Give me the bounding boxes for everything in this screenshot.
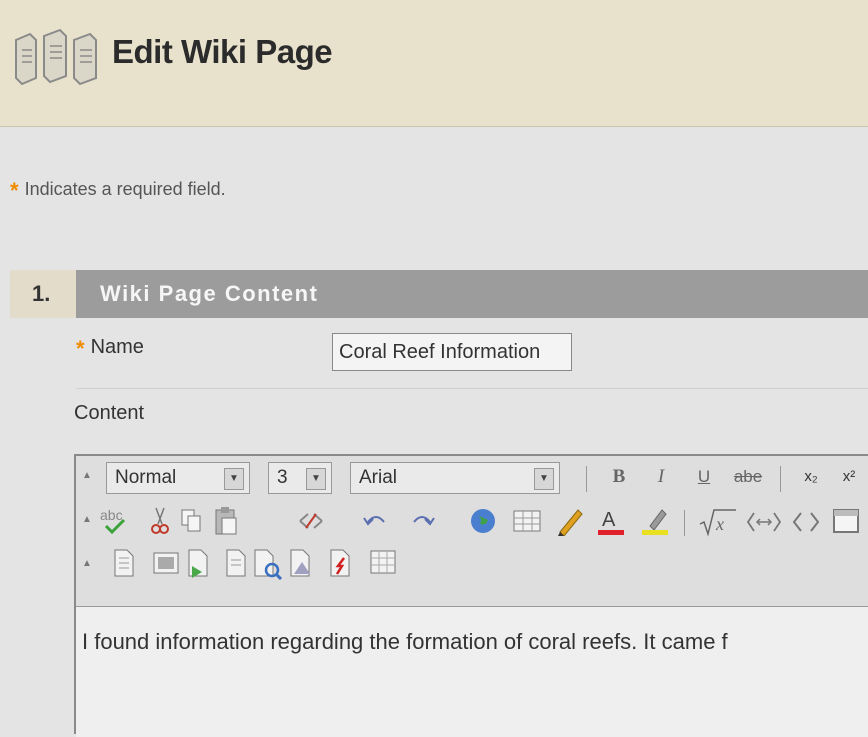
required-star-icon: * <box>76 336 85 361</box>
format-select-value: Normal <box>115 467 177 488</box>
subscript-button[interactable]: x₂ <box>800 462 822 492</box>
globe-icon[interactable] <box>468 506 498 536</box>
insert-document-icon[interactable] <box>224 548 250 578</box>
insert-image-icon[interactable] <box>152 550 180 576</box>
page-title: Edit Wiki Page <box>112 33 333 70</box>
toolbar-collapse-icon[interactable]: ▲ <box>82 558 92 569</box>
italic-button[interactable]: I <box>650 462 672 492</box>
bold-button[interactable]: B <box>608 462 630 492</box>
toolbar-collapse-icon[interactable]: ▲ <box>82 470 92 481</box>
svg-text:A: A <box>602 509 616 531</box>
name-input[interactable] <box>332 333 572 371</box>
svg-text:abc: abc <box>100 507 123 523</box>
cut-icon[interactable] <box>148 506 172 536</box>
chevron-down-icon: ▼ <box>306 468 326 490</box>
font-color-icon[interactable]: A <box>596 506 626 538</box>
section-title: Wiki Page Content <box>76 270 868 318</box>
toolbar-separator <box>684 510 685 536</box>
editor-body-text: I found information regarding the format… <box>82 629 728 654</box>
name-label: * Name <box>76 336 144 362</box>
strikethrough-button[interactable]: abe <box>728 462 768 492</box>
required-note-text: Indicates a required field. <box>24 179 226 199</box>
undo-icon[interactable] <box>362 510 388 532</box>
preview-icon[interactable] <box>832 508 862 536</box>
size-select[interactable]: 3 ▼ <box>268 462 332 494</box>
paste-icon[interactable] <box>214 506 240 536</box>
required-field-note: * Indicates a required field. <box>10 178 226 204</box>
insert-file-icon[interactable] <box>112 548 136 578</box>
page-header: Edit Wiki Page <box>0 0 868 127</box>
content-editor: ▲ Normal ▼ 3 ▼ Arial ▼ B I U abe x₂ x² ▲… <box>74 454 868 737</box>
insert-media-icon[interactable] <box>288 548 316 578</box>
toolbar-row-3: ▲ <box>76 544 868 698</box>
font-select[interactable]: Arial ▼ <box>350 462 560 494</box>
content-label: Content <box>74 402 145 424</box>
toolbar-row-1: ▲ Normal ▼ 3 ▼ Arial ▼ B I U abe x₂ x² <box>76 456 868 500</box>
font-select-value: Arial <box>359 467 398 488</box>
chevron-down-icon: ▼ <box>224 468 244 490</box>
chevron-down-icon: ▼ <box>534 468 554 490</box>
toolbar-separator <box>586 466 587 492</box>
highlight-icon[interactable] <box>640 506 670 538</box>
redo-icon[interactable] <box>410 510 436 532</box>
code-icon[interactable] <box>746 510 782 534</box>
copy-icon[interactable] <box>180 508 204 534</box>
math-icon[interactable]: x <box>698 506 738 538</box>
wiki-logo-icon <box>15 28 97 86</box>
link-remove-icon[interactable] <box>298 512 324 530</box>
insert-video-icon[interactable] <box>252 548 284 580</box>
format-select[interactable]: Normal ▼ <box>106 462 250 494</box>
html-icon[interactable] <box>792 510 820 534</box>
spellcheck-icon[interactable]: abc <box>98 506 132 536</box>
insert-audio-icon[interactable] <box>186 548 214 580</box>
name-label-text: Name <box>90 336 144 358</box>
insert-quicktime-icon[interactable] <box>368 548 400 578</box>
table-icon[interactable] <box>512 508 542 534</box>
underline-button[interactable]: U <box>694 462 714 492</box>
editor-text-area[interactable]: I found information regarding the format… <box>76 606 868 737</box>
toolbar-collapse-icon[interactable]: ▲ <box>82 514 92 525</box>
required-star-icon: * <box>10 178 19 203</box>
toolbar-separator <box>780 466 781 492</box>
pencil-icon[interactable] <box>554 506 584 536</box>
svg-text:x: x <box>715 514 724 534</box>
section-number: 1. <box>10 270 84 318</box>
insert-flash-icon[interactable] <box>328 548 356 578</box>
toolbar-row-2: ▲ abc A x <box>76 500 868 544</box>
divider <box>76 388 868 389</box>
size-select-value: 3 <box>277 467 288 488</box>
superscript-button[interactable]: x² <box>838 462 860 492</box>
